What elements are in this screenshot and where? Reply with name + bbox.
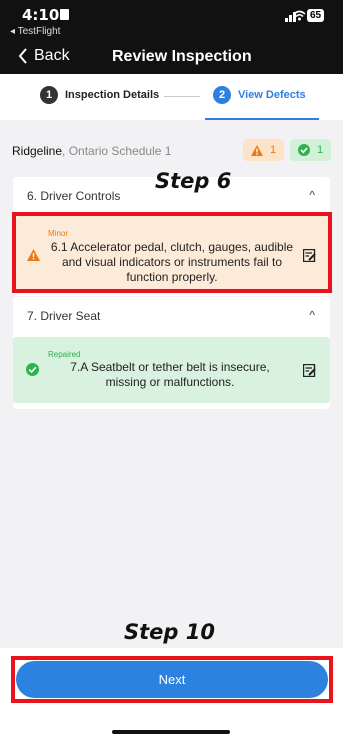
status-time: 4:10 — [22, 6, 60, 24]
defect-description: 7.A Seatbelt or tether belt is insecure,… — [70, 360, 270, 389]
back-label: Back — [34, 47, 70, 64]
ok-count-badge: 1 — [290, 139, 332, 161]
defect-description: 6.1 Accelerator pedal, clutch, gauges, a… — [50, 240, 294, 284]
defect-severity: Minor — [48, 229, 69, 238]
status-bar: 4:10 ◂ TestFlight 65 — [0, 0, 343, 44]
back-button[interactable]: Back — [18, 47, 70, 65]
step-divider — [164, 96, 200, 97]
section-header[interactable]: 7. Driver Seat ^ — [13, 297, 330, 333]
warning-icon — [251, 144, 263, 156]
back-to-app-link[interactable]: ◂ TestFlight — [10, 26, 60, 37]
edit-note-icon[interactable] — [303, 364, 316, 377]
step-inspection-details[interactable]: 1 Inspection Details — [40, 86, 159, 104]
stepper: 1 Inspection Details 2 View Defects — [0, 74, 343, 120]
step6-annotation: Step 6 — [155, 169, 232, 193]
defect-repaired[interactable]: Repaired 7.A Seatbelt or tether belt is … — [13, 337, 330, 403]
chevron-up-icon[interactable]: ^ — [309, 308, 315, 322]
step-number: 2 — [213, 86, 231, 104]
step10-annotation: Step 10 — [124, 620, 215, 644]
step-view-defects[interactable]: 2 View Defects — [213, 86, 306, 104]
next-button[interactable]: Next — [16, 661, 328, 698]
inspection-summary: Ridgeline, Ontario Schedule 1 — [12, 144, 171, 158]
warning-count: 1 — [270, 144, 277, 156]
home-indicator — [112, 730, 230, 734]
ok-count: 1 — [317, 144, 324, 156]
step-label: Inspection Details — [65, 89, 160, 101]
chevron-up-icon[interactable]: ^ — [309, 188, 315, 202]
section-title: 6. Driver Controls — [27, 189, 121, 203]
defect-severity: Repaired — [48, 350, 81, 359]
defect-minor[interactable]: Minor 6.1 Accelerator pedal, clutch, gau… — [16, 216, 328, 289]
warning-count-badge: 1 — [243, 139, 285, 161]
nav-bar: Back Review Inspection — [0, 44, 343, 74]
active-step-indicator — [205, 118, 319, 120]
schedule-name: , Ontario Schedule 1 — [62, 144, 172, 158]
warning-icon — [27, 249, 40, 261]
section-title: 7. Driver Seat — [27, 309, 101, 323]
check-circle-icon — [26, 363, 39, 376]
notification-icon — [60, 9, 69, 20]
page-title: Review Inspection — [112, 48, 252, 65]
edit-note-icon[interactable] — [303, 249, 316, 262]
vehicle-name: Ridgeline — [12, 144, 63, 158]
step-label: View Defects — [238, 89, 306, 101]
wifi-icon — [293, 10, 306, 21]
battery-icon: 65 — [307, 9, 325, 22]
check-circle-icon — [298, 144, 310, 156]
step-number: 1 — [40, 86, 58, 104]
chevron-left-icon — [18, 48, 27, 64]
